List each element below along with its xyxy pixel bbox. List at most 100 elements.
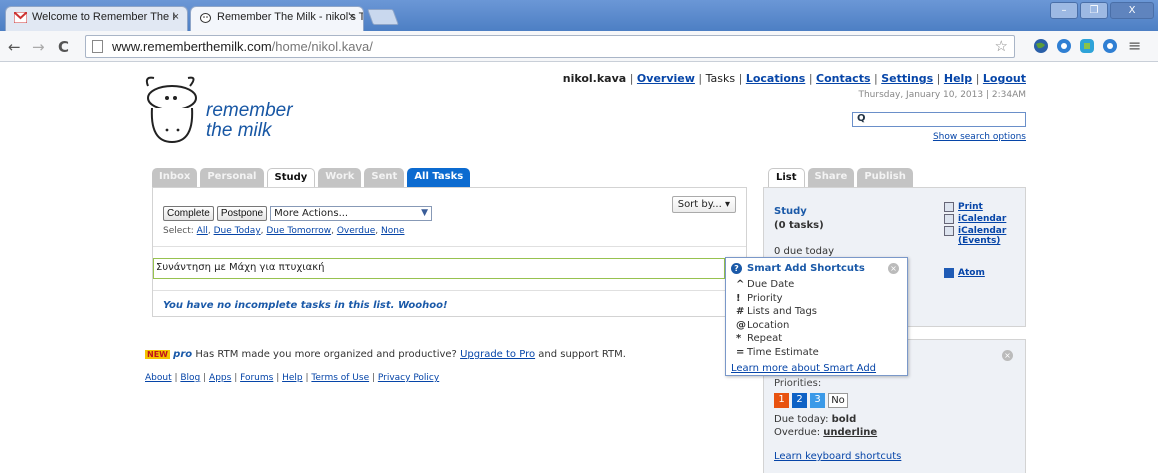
browser-tab-rtm[interactable]: Remember The Milk - nikol's T × bbox=[190, 6, 364, 31]
tab-study[interactable]: Study bbox=[266, 168, 316, 187]
more-actions-value: More Actions... bbox=[274, 208, 349, 219]
atom-link[interactable]: Atom bbox=[958, 268, 985, 278]
list-title: Study bbox=[774, 206, 807, 217]
more-actions-select[interactable]: More Actions... ▼ bbox=[270, 206, 433, 221]
browser-tab-label: Welcome to Remember The I bbox=[32, 11, 176, 23]
rss-icon bbox=[944, 268, 954, 278]
search-icon: Q bbox=[857, 113, 866, 124]
skype-extension-icon[interactable] bbox=[1079, 38, 1095, 54]
tab-publish[interactable]: Publish bbox=[857, 168, 913, 187]
new-tab-button[interactable] bbox=[367, 9, 399, 25]
icalendar-link[interactable]: iCalendar bbox=[958, 214, 1006, 224]
tab-list[interactable]: List bbox=[768, 168, 805, 187]
window-controls: – ❐ X bbox=[1050, 2, 1154, 19]
tab-inbox[interactable]: Inbox bbox=[152, 168, 198, 187]
close-tab-icon[interactable]: × bbox=[173, 11, 179, 23]
print-link[interactable]: Print bbox=[958, 202, 983, 212]
pro-promo: NEW pro Has RTM made you more organized … bbox=[145, 349, 626, 360]
priorities-label: Priorities: bbox=[774, 378, 822, 389]
nav-overview[interactable]: Overview bbox=[637, 72, 695, 85]
footer-help[interactable]: Help bbox=[282, 373, 303, 383]
close-icon[interactable]: × bbox=[1002, 350, 1013, 361]
browser-tab-gmail[interactable]: Welcome to Remember The I × bbox=[5, 6, 188, 31]
search-input[interactable]: Q bbox=[852, 112, 1026, 127]
footer-about[interactable]: About bbox=[145, 373, 172, 383]
nav-tasks: Tasks bbox=[705, 72, 736, 85]
forward-button[interactable]: → bbox=[32, 38, 45, 56]
address-bar[interactable]: www.rememberthemilk.com/home/nikol.kava/… bbox=[85, 35, 1015, 58]
restore-button[interactable]: ❐ bbox=[1080, 2, 1108, 19]
back-button[interactable]: ← bbox=[8, 38, 21, 56]
footer-apps[interactable]: Apps bbox=[209, 373, 231, 383]
browser-toolbar: ← → C www.rememberthemilk.com/home/nikol… bbox=[0, 31, 1158, 62]
overdue-legend: Overdue: underline bbox=[774, 427, 877, 438]
postpone-button[interactable]: Postpone bbox=[216, 206, 268, 221]
browser-menu-icon[interactable]: ≡ bbox=[1128, 36, 1141, 55]
tab-all-tasks[interactable]: All Tasks bbox=[407, 168, 471, 187]
logo-text-line2: the milk bbox=[206, 120, 272, 141]
tab-share[interactable]: Share bbox=[807, 168, 855, 187]
select-due-today-link[interactable]: Due Today bbox=[214, 226, 261, 236]
page-icon bbox=[92, 40, 103, 53]
add-task-input[interactable]: Συνάντηση με Μάχη για πτυχιακή bbox=[153, 258, 725, 279]
due-today-legend-style: bold bbox=[831, 414, 857, 425]
icalendar-events-label: iCalendar bbox=[958, 226, 1007, 236]
minimize-button[interactable]: – bbox=[1050, 2, 1078, 19]
footer-blog[interactable]: Blog bbox=[180, 373, 200, 383]
footer-forums[interactable]: Forums bbox=[240, 373, 273, 383]
nav-settings[interactable]: Settings bbox=[881, 72, 933, 85]
footer-terms[interactable]: Terms of Use bbox=[311, 373, 369, 383]
select-due-tomorrow-link[interactable]: Due Tomorrow bbox=[266, 226, 331, 236]
nav-locations[interactable]: Locations bbox=[746, 72, 805, 85]
task-actions: Complete Postpone More Actions... ▼ bbox=[163, 206, 433, 221]
close-icon[interactable]: × bbox=[888, 263, 899, 274]
overdue-legend-label: Overdue: bbox=[774, 427, 821, 438]
empty-list-message: You have no incomplete tasks in this lis… bbox=[163, 300, 448, 311]
sync-extension-icon[interactable] bbox=[1056, 38, 1072, 54]
sort-by-label: Sort by... bbox=[677, 199, 722, 210]
earth-extension-icon[interactable] bbox=[1033, 38, 1049, 54]
cow-logo-icon bbox=[145, 76, 197, 144]
tab-work[interactable]: Work bbox=[318, 168, 362, 187]
show-search-options-link[interactable]: Show search options bbox=[933, 132, 1026, 142]
task-panel: Complete Postpone More Actions... ▼ Sort… bbox=[152, 187, 747, 317]
close-window-button[interactable]: X bbox=[1110, 2, 1154, 19]
rtm-cow-icon bbox=[200, 13, 211, 23]
priority-none-badge: No bbox=[828, 393, 848, 408]
upgrade-link[interactable]: Upgrade to Pro bbox=[460, 349, 535, 360]
shortcut-key: # bbox=[736, 306, 745, 318]
nav-contacts[interactable]: Contacts bbox=[816, 72, 870, 85]
shortcut-label: Priority bbox=[747, 292, 783, 304]
select-none-link[interactable]: None bbox=[381, 226, 404, 236]
keyboard-shortcuts-link[interactable]: Learn keyboard shortcuts bbox=[774, 451, 901, 462]
priority-3-badge: 3 bbox=[810, 393, 825, 408]
complete-button[interactable]: Complete bbox=[163, 206, 214, 221]
close-tab-icon[interactable]: × bbox=[349, 11, 355, 23]
reload-button[interactable]: C bbox=[58, 38, 69, 56]
promo-text: Has RTM made you more organized and prod… bbox=[195, 349, 457, 360]
bookmark-star-icon[interactable]: ☆ bbox=[995, 37, 1008, 55]
tab-personal[interactable]: Personal bbox=[200, 168, 264, 187]
select-row: Select: All, Due Today, Due Tomorrow, Ov… bbox=[163, 226, 405, 236]
learn-smart-add-link[interactable]: Learn more about Smart Add bbox=[731, 363, 876, 374]
sort-by-button[interactable]: Sort by... ▾ bbox=[671, 196, 736, 213]
browser-tab-label: Remember The Milk - nikol's T bbox=[217, 11, 364, 23]
select-all-link[interactable]: All bbox=[197, 226, 208, 236]
username: nikol.kava bbox=[562, 72, 627, 85]
select-overdue-link[interactable]: Overdue bbox=[337, 226, 375, 236]
icalendar-events-link[interactable]: iCalendar (Events) bbox=[958, 226, 1006, 246]
nav-logout[interactable]: Logout bbox=[983, 72, 1026, 85]
shortcut-label: Repeat bbox=[747, 333, 783, 345]
tab-sent[interactable]: Sent bbox=[364, 168, 405, 187]
rtm-logo[interactable]: remember the milk bbox=[140, 72, 320, 152]
right-tabs: List Share Publish bbox=[768, 168, 913, 187]
help-icon: ? bbox=[731, 263, 742, 274]
url-path: /home/nikol.kava/ bbox=[271, 39, 373, 54]
priority-2-badge: 2 bbox=[792, 393, 807, 408]
nav-help[interactable]: Help bbox=[944, 72, 972, 85]
shortcut-label: Due Date bbox=[747, 279, 795, 290]
sync2-extension-icon[interactable] bbox=[1102, 38, 1118, 54]
footer-privacy[interactable]: Privacy Policy bbox=[378, 373, 439, 383]
shortcut-label: Location bbox=[747, 319, 790, 331]
shortcut-label: Lists and Tags bbox=[747, 306, 817, 318]
